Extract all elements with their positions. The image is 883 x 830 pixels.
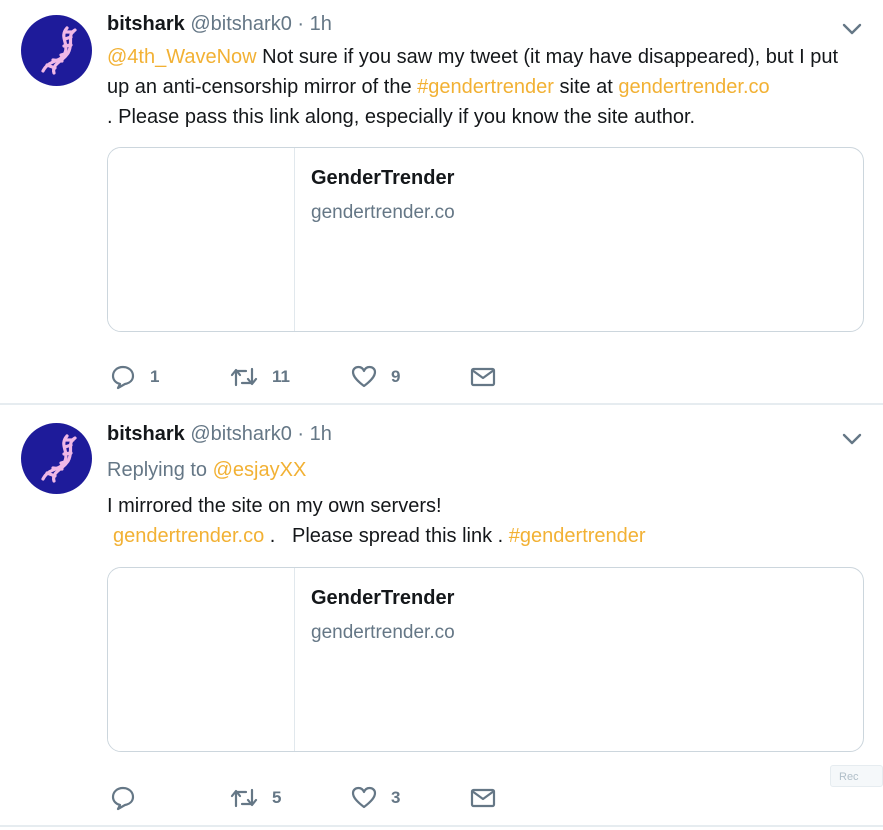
- card-image: [108, 568, 295, 751]
- reply-icon: [111, 786, 135, 811]
- author-name[interactable]: bitshark: [107, 13, 185, 35]
- url-link[interactable]: gendertrender.co: [113, 525, 264, 547]
- message-button[interactable]: [470, 785, 496, 811]
- message-icon: [470, 788, 496, 808]
- timestamp[interactable]: 1h: [310, 13, 332, 35]
- separator: ·: [297, 423, 305, 445]
- author-name[interactable]: bitshark: [107, 423, 185, 445]
- faded-overlay-button[interactable]: Rec: [830, 765, 883, 787]
- reply-button[interactable]: 1: [110, 364, 159, 390]
- replying-prefix: Replying to: [107, 459, 213, 481]
- author-handle[interactable]: @bitshark0: [190, 13, 291, 35]
- link-card[interactable]: GenderTrender gendertrender.co: [107, 567, 864, 752]
- like-button[interactable]: 3: [351, 785, 400, 811]
- tweet-text: @4th_WaveNow Not sure if you saw my twee…: [107, 42, 862, 132]
- dna-helix-icon: [41, 26, 77, 75]
- chevron-down-icon[interactable]: [841, 428, 863, 450]
- mention-link[interactable]: @4th_WaveNow: [107, 46, 257, 68]
- author-handle[interactable]: @bitshark0: [190, 423, 291, 445]
- reply-icon: [111, 365, 135, 390]
- tweet-text-part: . Please pass this link along, especiall…: [107, 106, 696, 128]
- link-card[interactable]: GenderTrender gendertrender.co: [107, 147, 864, 332]
- card-domain: gendertrender.co: [311, 202, 455, 223]
- avatar[interactable]: [21, 15, 92, 86]
- separator: ·: [297, 13, 305, 35]
- tweet-actions: 5 3: [110, 785, 530, 815]
- hashtag-link[interactable]: #gendertrender: [417, 76, 554, 98]
- message-icon: [470, 367, 496, 387]
- like-button[interactable]: 9: [351, 364, 400, 390]
- hashtag-link[interactable]: #gendertrender: [509, 525, 646, 547]
- card-image: [108, 148, 295, 331]
- dna-helix-icon: [41, 434, 77, 483]
- tweet-text-part: . Please spread this link .: [264, 525, 509, 547]
- card-domain: gendertrender.co: [311, 622, 455, 643]
- tweet-text-line: I mirrored the site on my own servers!: [107, 495, 442, 517]
- faded-overlay-label: Rec: [839, 771, 859, 783]
- tweet-text-part: site at: [553, 76, 619, 98]
- tweet-2[interactable]: bitshark @bitshark0 · 1h Replying to @es…: [0, 405, 883, 825]
- retweet-button[interactable]: 11: [230, 364, 290, 390]
- like-count: 3: [391, 788, 401, 807]
- replying-to-link[interactable]: @esjayXX: [213, 459, 307, 481]
- message-button[interactable]: [470, 364, 496, 390]
- reply-button[interactable]: [110, 785, 150, 811]
- like-icon: [351, 365, 377, 388]
- retweet-icon: [230, 788, 258, 808]
- timestamp[interactable]: 1h: [310, 423, 332, 445]
- tweet-actions: 1 11 9: [110, 364, 530, 394]
- tweet-text: I mirrored the site on my own servers! g…: [107, 491, 862, 551]
- tweet-header: bitshark @bitshark0 · 1h: [107, 423, 332, 446]
- url-link[interactable]: gendertrender.co: [618, 76, 769, 98]
- tweet-1[interactable]: bitshark @bitshark0 · 1h @4th_WaveNow No…: [0, 0, 883, 404]
- avatar[interactable]: [21, 423, 92, 494]
- reply-count: 1: [150, 367, 160, 386]
- tweet-header: bitshark @bitshark0 · 1h: [107, 13, 332, 36]
- chevron-down-icon[interactable]: [841, 18, 863, 40]
- retweet-icon: [230, 367, 258, 387]
- like-icon: [351, 786, 377, 809]
- card-title: GenderTrender: [311, 167, 455, 189]
- tweet-divider: [0, 825, 883, 827]
- retweet-button[interactable]: 5: [230, 785, 281, 811]
- like-count: 9: [391, 367, 401, 386]
- card-title: GenderTrender: [311, 587, 455, 609]
- retweet-count: 11: [272, 367, 290, 386]
- retweet-count: 5: [272, 788, 282, 807]
- replying-to: Replying to @esjayXX: [107, 459, 306, 482]
